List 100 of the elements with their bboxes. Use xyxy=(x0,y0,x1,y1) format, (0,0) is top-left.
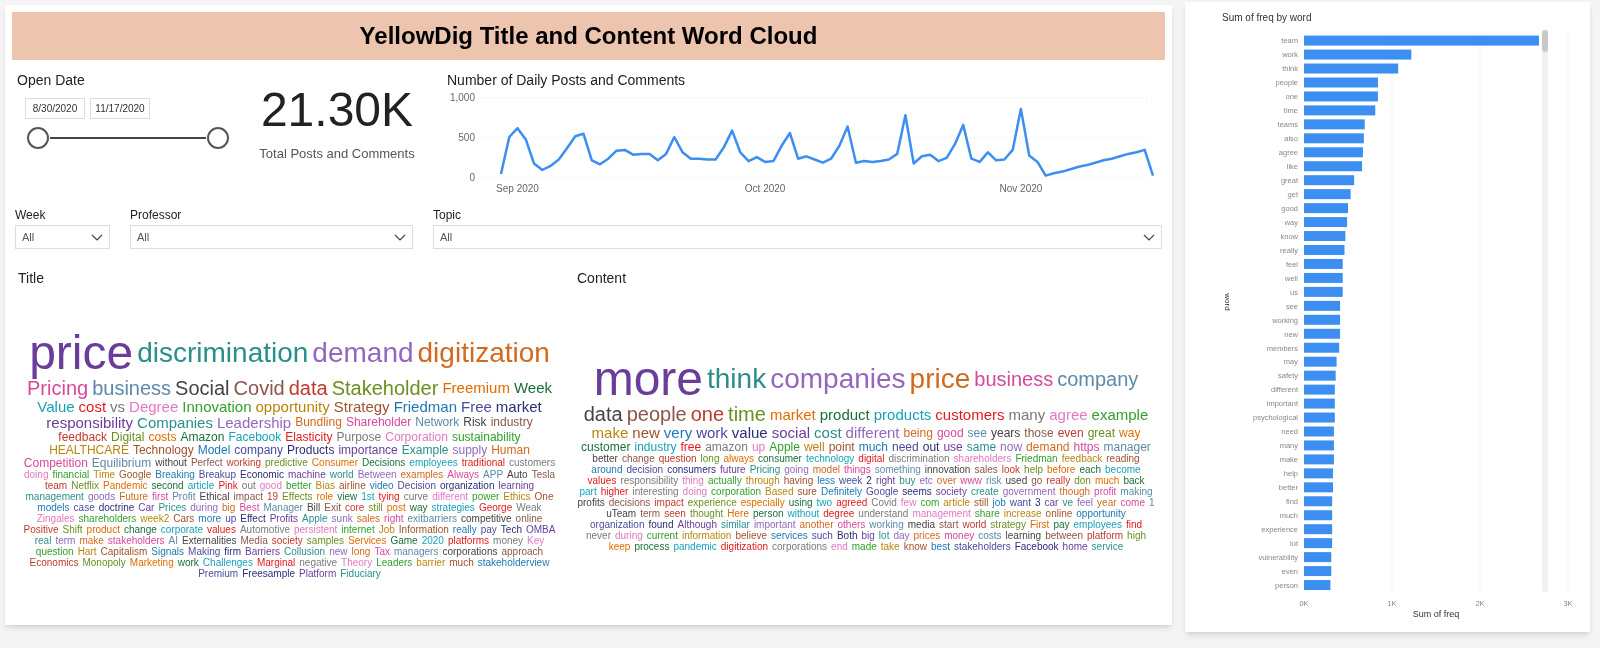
cloud-word: Externalities xyxy=(182,535,237,546)
cloud-word: degree xyxy=(823,509,855,519)
bar xyxy=(1304,300,1341,311)
cloud-word: predictive xyxy=(265,457,308,468)
cloud-word: innovation xyxy=(924,465,971,475)
cloud-word: Risk xyxy=(463,416,487,428)
slider-handle[interactable] xyxy=(207,127,229,149)
cloud-word: Key xyxy=(527,535,545,546)
cloud-word: during xyxy=(190,502,219,513)
cloud-word: need xyxy=(892,441,919,453)
cloud-word: end xyxy=(831,542,848,552)
date-field[interactable]: 11/17/2020 xyxy=(90,98,150,119)
cloud-word: without xyxy=(787,509,820,519)
cloud-word: Automotive xyxy=(239,524,290,535)
bar xyxy=(1304,133,1364,144)
cloud-word: services xyxy=(771,531,808,541)
cloud-word: ve xyxy=(1062,498,1073,508)
cloud-word: used xyxy=(1005,476,1028,486)
cloud-word: Corporation xyxy=(385,430,448,443)
cloud-word: negative xyxy=(299,557,338,568)
cloud-word: data xyxy=(583,404,623,424)
cloud-word: Premium xyxy=(198,568,239,579)
cloud-word: future xyxy=(720,465,746,475)
cloud-word: Pandemic xyxy=(102,480,148,491)
bar xyxy=(1304,468,1334,479)
cloud-word: com xyxy=(920,498,940,508)
slider-handle[interactable] xyxy=(27,127,49,149)
cloud-word: less xyxy=(817,476,835,486)
bar xyxy=(1304,482,1334,493)
cloud-word: real xyxy=(34,535,52,546)
cloud-word: home xyxy=(1062,542,1088,552)
cloud-word: made xyxy=(851,542,877,552)
bar xyxy=(1304,412,1335,423)
cloud-word: question xyxy=(658,454,697,464)
cloud-word: 3 xyxy=(1034,498,1041,508)
cloud-word: thought xyxy=(689,509,724,519)
cloud-word: Fiduciary xyxy=(340,568,381,579)
cloud-word: out xyxy=(922,441,940,453)
cloud-word: few xyxy=(900,498,917,508)
cloud-word: Weak xyxy=(516,502,542,513)
cloud-word: decisions xyxy=(608,498,651,508)
cloud-word: big xyxy=(222,502,236,513)
cloud-word: great xyxy=(1087,426,1116,439)
cloud-word: Elasticity xyxy=(285,430,333,443)
cloud-word: discrimination xyxy=(888,454,950,464)
cloud-word: platform xyxy=(1087,531,1124,541)
cloud-word: Effect xyxy=(240,513,266,524)
filter-dropdown[interactable]: All xyxy=(130,225,413,249)
cloud-word: industry xyxy=(490,416,533,428)
cloud-word: pay xyxy=(1053,520,1070,530)
cloud-word: agree xyxy=(1049,406,1088,422)
cloud-word: Game xyxy=(390,535,418,546)
cloud-word: samples xyxy=(306,535,345,546)
cloud-word: core xyxy=(344,502,365,513)
cloud-word: discrimination xyxy=(137,338,309,367)
cloud-word: examples xyxy=(400,469,444,480)
cloud-word: different xyxy=(432,491,469,502)
cloud-word: come xyxy=(1120,498,1145,508)
cloud-word: Decisions xyxy=(362,457,406,468)
cloud-word: 19 xyxy=(267,491,279,502)
cloud-word: though xyxy=(1059,487,1091,497)
cloud-word: Always xyxy=(447,469,480,480)
cloud-word: market xyxy=(495,398,542,414)
cloud-word: being xyxy=(903,426,933,439)
cloud-word: out xyxy=(241,480,256,491)
bar xyxy=(1304,189,1351,200)
cloud-word: change xyxy=(621,454,655,464)
cloud-word: stakeholders xyxy=(953,542,1011,552)
cloud-word: Tech xyxy=(500,524,522,535)
cloud-word: Digital xyxy=(111,430,145,443)
cloud-word: values xyxy=(207,524,236,535)
filter-dropdown[interactable]: All xyxy=(433,225,1162,249)
cloud-word: company xyxy=(1057,369,1139,389)
cloud-word: Profit xyxy=(172,491,196,502)
cloud-word: another xyxy=(799,520,834,530)
cloud-word: Car xyxy=(138,502,155,513)
cloud-word: Pricing xyxy=(749,465,781,475)
cloud-word: change xyxy=(123,524,157,535)
cloud-word: view xyxy=(337,491,358,502)
bar xyxy=(1304,272,1343,283)
filter-dropdown[interactable]: All xyxy=(15,225,110,249)
axis-label: Sep 2020 xyxy=(496,183,539,194)
cloud-word: Facebook xyxy=(228,430,282,443)
cloud-word: Based xyxy=(765,487,794,497)
cloud-word: Positive xyxy=(23,524,59,535)
cloud-word: things xyxy=(843,465,871,475)
cloud-word: company xyxy=(234,443,284,456)
cloud-word: Breaking xyxy=(155,469,195,480)
cloud-word: find xyxy=(1125,520,1142,530)
cloud-word: similar xyxy=(721,520,750,530)
cloud-word: employees xyxy=(409,457,458,468)
cloud-word: technology xyxy=(805,454,855,464)
cloud-word: government xyxy=(1002,487,1056,497)
cloud-word: video xyxy=(369,480,394,491)
cloud-word: traditional xyxy=(461,457,506,468)
date-field[interactable]: 8/30/2020 xyxy=(25,98,85,119)
cloud-word: managers xyxy=(393,546,439,557)
cloud-word: term xyxy=(55,535,76,546)
scrollbar[interactable] xyxy=(1542,30,1548,592)
cloud-word: really xyxy=(1046,476,1071,486)
